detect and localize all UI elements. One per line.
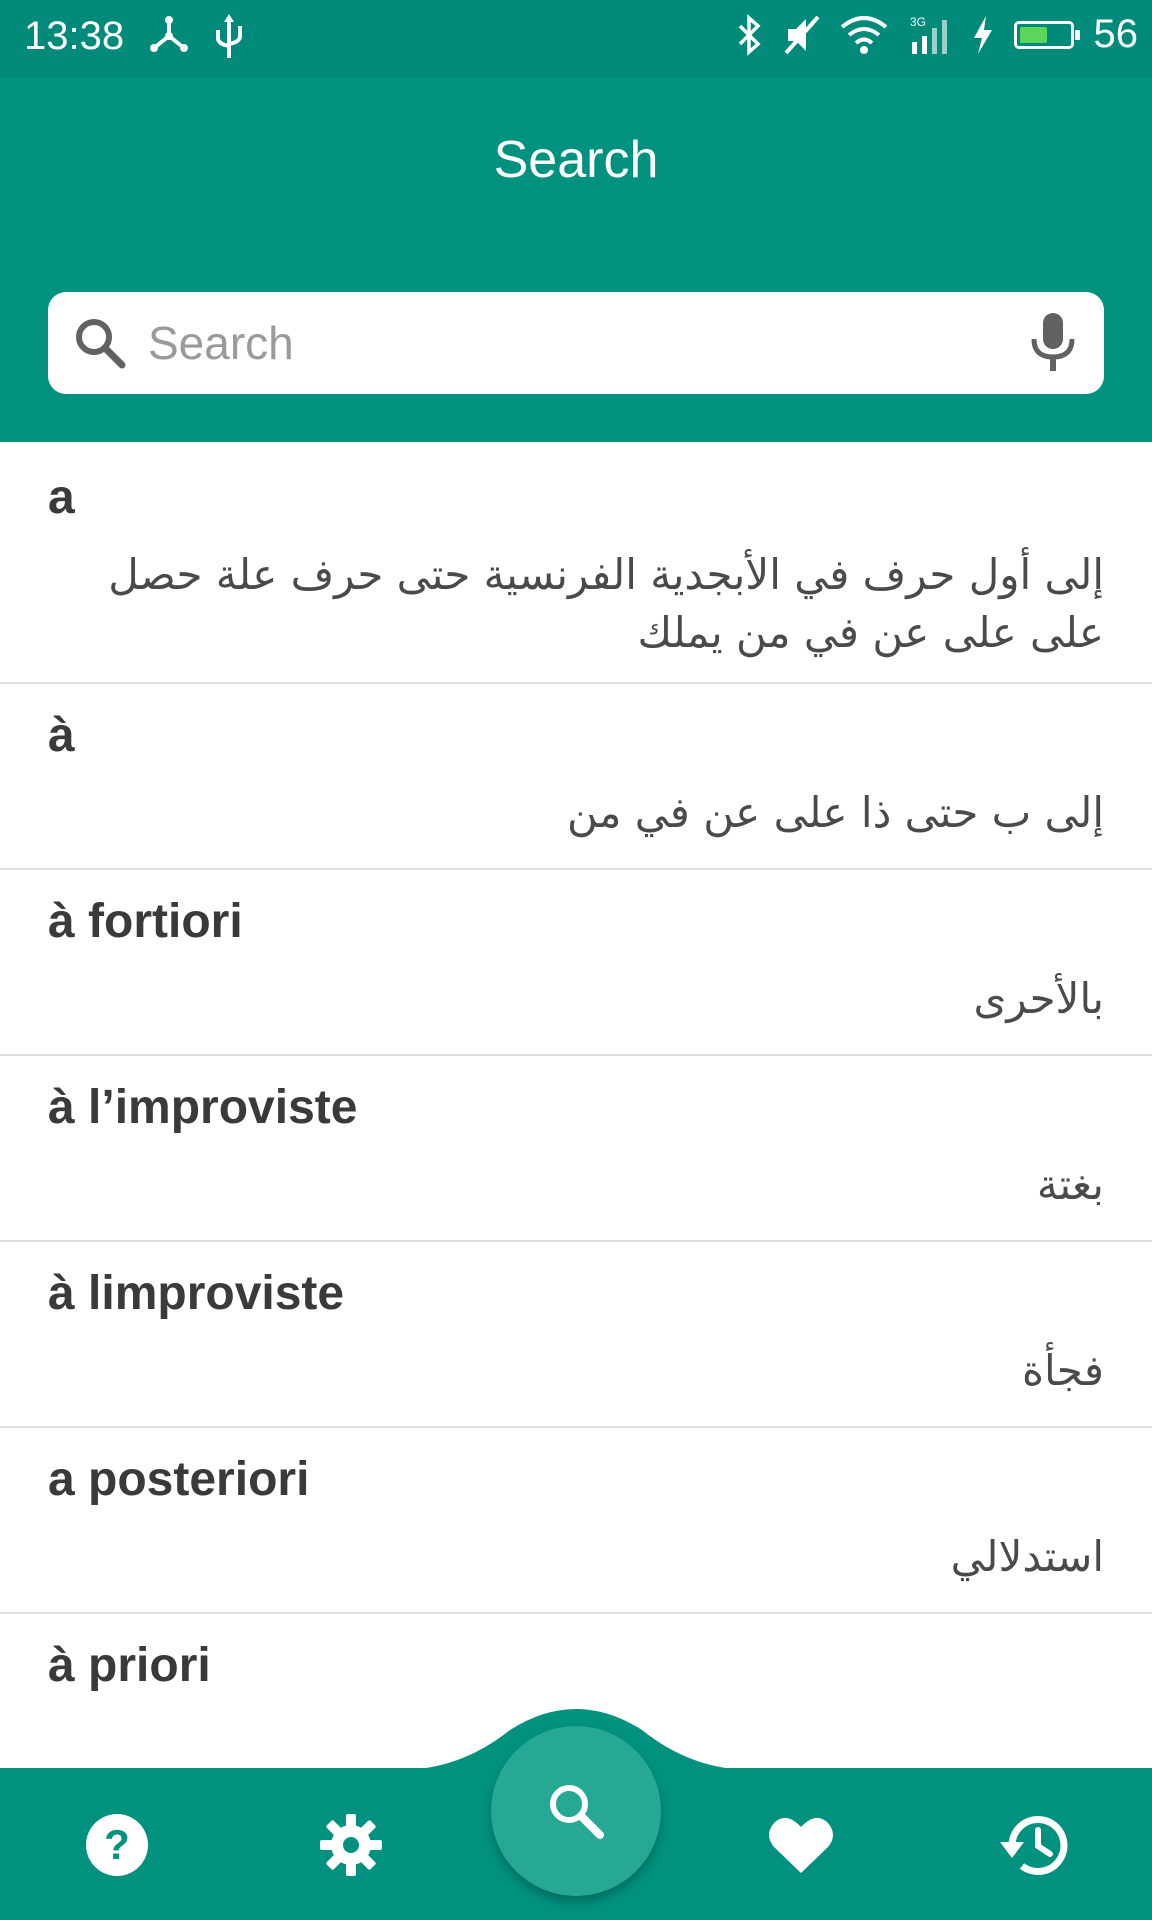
entry-term: a bbox=[48, 471, 75, 524]
svg-text:3G: 3G bbox=[910, 15, 926, 29]
history-icon bbox=[1000, 1816, 1068, 1875]
signal-3g-icon: 3G bbox=[910, 15, 947, 54]
entry-term: à fortiori bbox=[48, 895, 243, 948]
status-bar: 13:38 3G 56 bbox=[0, 0, 1152, 78]
entry-term: a posteriori bbox=[48, 1453, 310, 1506]
microphone-icon[interactable] bbox=[1026, 311, 1080, 375]
list-item[interactable]: à fortiori بالأحرى bbox=[0, 870, 1152, 1056]
search-icon bbox=[550, 1785, 604, 1839]
list-item[interactable]: à إلى ب حتى ذا على عن في من bbox=[0, 684, 1152, 870]
settings-icon bbox=[320, 1814, 382, 1876]
search-fab-button[interactable] bbox=[491, 1726, 661, 1896]
usb-icon bbox=[216, 14, 242, 58]
mute-icon bbox=[784, 15, 819, 54]
battery-icon bbox=[1013, 20, 1080, 49]
search-icon bbox=[76, 319, 126, 369]
settings-button[interactable] bbox=[316, 1810, 386, 1880]
entry-translation: بغتة bbox=[1036, 1160, 1104, 1209]
usb-debug-icon bbox=[150, 16, 188, 52]
wifi-icon bbox=[840, 15, 887, 54]
entry-translation: إلى ب حتى ذا على عن في من bbox=[566, 788, 1104, 837]
charging-icon bbox=[973, 15, 992, 54]
bluetooth-icon bbox=[738, 13, 761, 56]
entry-translation: بالأحرى bbox=[973, 974, 1104, 1023]
list-item[interactable]: à limproviste فجأة bbox=[0, 1242, 1152, 1428]
help-icon: ? bbox=[86, 1814, 148, 1876]
heart-icon bbox=[769, 1817, 833, 1873]
entry-term: à priori bbox=[48, 1639, 211, 1692]
entry-translation: إلى أول حرف في الأبجدية الفرنسية حتى حرف… bbox=[108, 550, 1104, 657]
entry-term: à bbox=[48, 709, 75, 762]
entry-term: à limproviste bbox=[48, 1267, 345, 1320]
results-list: a إلى أول حرف في الأبجدية الفرنسية حتى ح… bbox=[0, 442, 1152, 1764]
entry-translation: استدلالي bbox=[950, 1532, 1104, 1581]
page-title: Search bbox=[493, 131, 659, 189]
list-item[interactable]: à l’improviste بغتة bbox=[0, 1056, 1152, 1242]
favorites-button[interactable] bbox=[766, 1810, 836, 1880]
history-button[interactable] bbox=[998, 1810, 1068, 1880]
help-button[interactable]: ? bbox=[82, 1810, 152, 1880]
entry-term: à l’improviste bbox=[48, 1081, 358, 1134]
app-header: Search bbox=[0, 78, 1152, 442]
entry-translation: فجأة bbox=[1022, 1346, 1104, 1395]
svg-text:?: ? bbox=[104, 1821, 130, 1868]
battery-percent: 56 bbox=[1093, 12, 1139, 56]
list-item[interactable]: a posteriori استدلالي bbox=[0, 1428, 1152, 1614]
status-time: 13:38 bbox=[24, 14, 125, 58]
search-bar[interactable] bbox=[48, 292, 1104, 394]
search-input[interactable] bbox=[146, 315, 1026, 371]
list-item[interactable]: a إلى أول حرف في الأبجدية الفرنسية حتى ح… bbox=[0, 442, 1152, 684]
